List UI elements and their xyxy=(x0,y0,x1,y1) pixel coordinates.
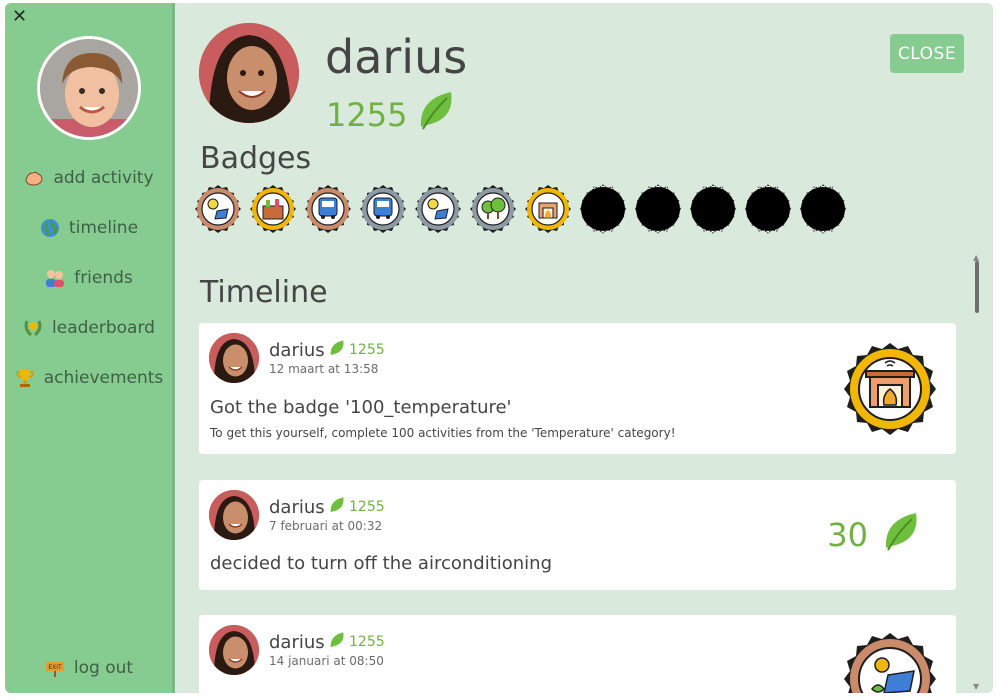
trophy-icon xyxy=(14,367,36,389)
leaf-icon xyxy=(329,631,345,653)
sidebar: ✕ add activity timeline friends leaderbo… xyxy=(5,3,172,693)
nav-leaderboard[interactable]: leaderboard xyxy=(5,313,172,343)
scrollbar-thumb[interactable] xyxy=(975,261,979,313)
points-value: 1255 xyxy=(349,342,385,358)
post-avatar[interactable] xyxy=(209,625,259,675)
nav-friends[interactable]: friends xyxy=(5,263,172,293)
scroll-down-arrow[interactable]: ▼ xyxy=(973,682,979,691)
post-reward: 30 xyxy=(827,510,920,560)
post-author-points: 1255 xyxy=(329,631,385,653)
profile-username: darius xyxy=(325,30,468,84)
post-timestamp: 14 januari at 08:50 xyxy=(269,654,384,668)
badge-solar-bulb-icon[interactable] xyxy=(413,184,463,234)
friends-icon xyxy=(44,267,66,289)
post-author[interactable]: darius xyxy=(269,632,325,654)
timeline-post: darius 1255 12 maart at 13:58 Got the ba… xyxy=(199,323,956,454)
post-text: Got the badge '100_temperature' xyxy=(210,397,512,418)
post-author[interactable]: darius xyxy=(269,497,325,519)
leaf-icon xyxy=(417,89,455,140)
nav-label: achievements xyxy=(43,368,164,388)
post-timestamp: 7 februari at 00:32 xyxy=(269,519,383,533)
nav-label: add activity xyxy=(53,168,154,188)
post-avatar[interactable] xyxy=(209,490,259,540)
fireplace-badge-icon xyxy=(842,341,938,437)
post-author-points: 1255 xyxy=(329,339,385,361)
nav-timeline[interactable]: timeline xyxy=(5,213,172,243)
current-user-avatar[interactable] xyxy=(37,36,141,140)
points-value: 1255 xyxy=(349,499,385,515)
badge-locked-icon[interactable] xyxy=(798,184,848,234)
laurel-icon xyxy=(22,317,44,339)
nav-label: timeline xyxy=(68,218,139,238)
badge-transport-icon[interactable] xyxy=(303,184,353,234)
svg-text:EXIT: EXIT xyxy=(48,664,62,671)
timeline-post: darius 1255 7 februari at 00:32 decided … xyxy=(199,480,956,590)
badge-trees-icon[interactable] xyxy=(468,184,518,234)
badges-heading: Badges xyxy=(200,141,312,176)
app-window: ✕ add activity timeline friends leaderbo… xyxy=(5,3,993,693)
nav-label: friends xyxy=(74,268,133,288)
post-text: decided to turn off the airconditioning xyxy=(210,553,553,574)
logout-button[interactable]: EXIT log out xyxy=(5,653,172,683)
badge-fireplace-icon[interactable] xyxy=(523,184,573,234)
post-timestamp: 12 maart at 13:58 xyxy=(269,362,379,376)
badge-locked-icon[interactable] xyxy=(633,184,683,234)
globe-icon xyxy=(39,217,61,239)
post-author-points: 1255 xyxy=(329,496,385,518)
nav-add-activity[interactable]: add activity xyxy=(5,163,172,193)
post-subtext: To get this yourself, complete 100 activ… xyxy=(210,426,676,440)
badge-transport-icon[interactable] xyxy=(358,184,408,234)
leaf-icon xyxy=(329,339,345,361)
post-author[interactable]: darius xyxy=(269,340,325,362)
badge-locked-icon[interactable] xyxy=(578,184,628,234)
logout-label: log out xyxy=(73,658,134,678)
close-window-icon[interactable]: ✕ xyxy=(12,7,27,27)
post-avatar[interactable] xyxy=(209,333,259,383)
profile-points: 1255 xyxy=(326,89,455,140)
nav-achievements[interactable]: achievements xyxy=(5,363,172,393)
profile-panel: darius 1255 CLOSE Badges Timeline ▲ ▼ da… xyxy=(175,3,993,693)
points-value: 1255 xyxy=(349,634,385,650)
nav-label: leaderboard xyxy=(52,318,155,338)
timeline-heading: Timeline xyxy=(200,275,328,310)
badge-groceries-icon[interactable] xyxy=(248,184,298,234)
badge-locked-icon[interactable] xyxy=(743,184,793,234)
flexed-arm-icon xyxy=(23,167,45,189)
points-value: 1255 xyxy=(326,95,408,134)
badge-locked-icon[interactable] xyxy=(688,184,738,234)
timeline-post: darius 1255 14 januari at 08:50 xyxy=(199,615,956,693)
leaf-icon xyxy=(882,510,920,560)
solar-badge-icon xyxy=(842,631,938,693)
exit-sign-icon: EXIT xyxy=(44,657,66,679)
profile-avatar xyxy=(199,23,299,123)
badge-solar-bulb-icon[interactable] xyxy=(193,184,243,234)
leaf-icon xyxy=(329,496,345,518)
close-button[interactable]: CLOSE xyxy=(890,34,964,73)
reward-value: 30 xyxy=(827,516,868,554)
